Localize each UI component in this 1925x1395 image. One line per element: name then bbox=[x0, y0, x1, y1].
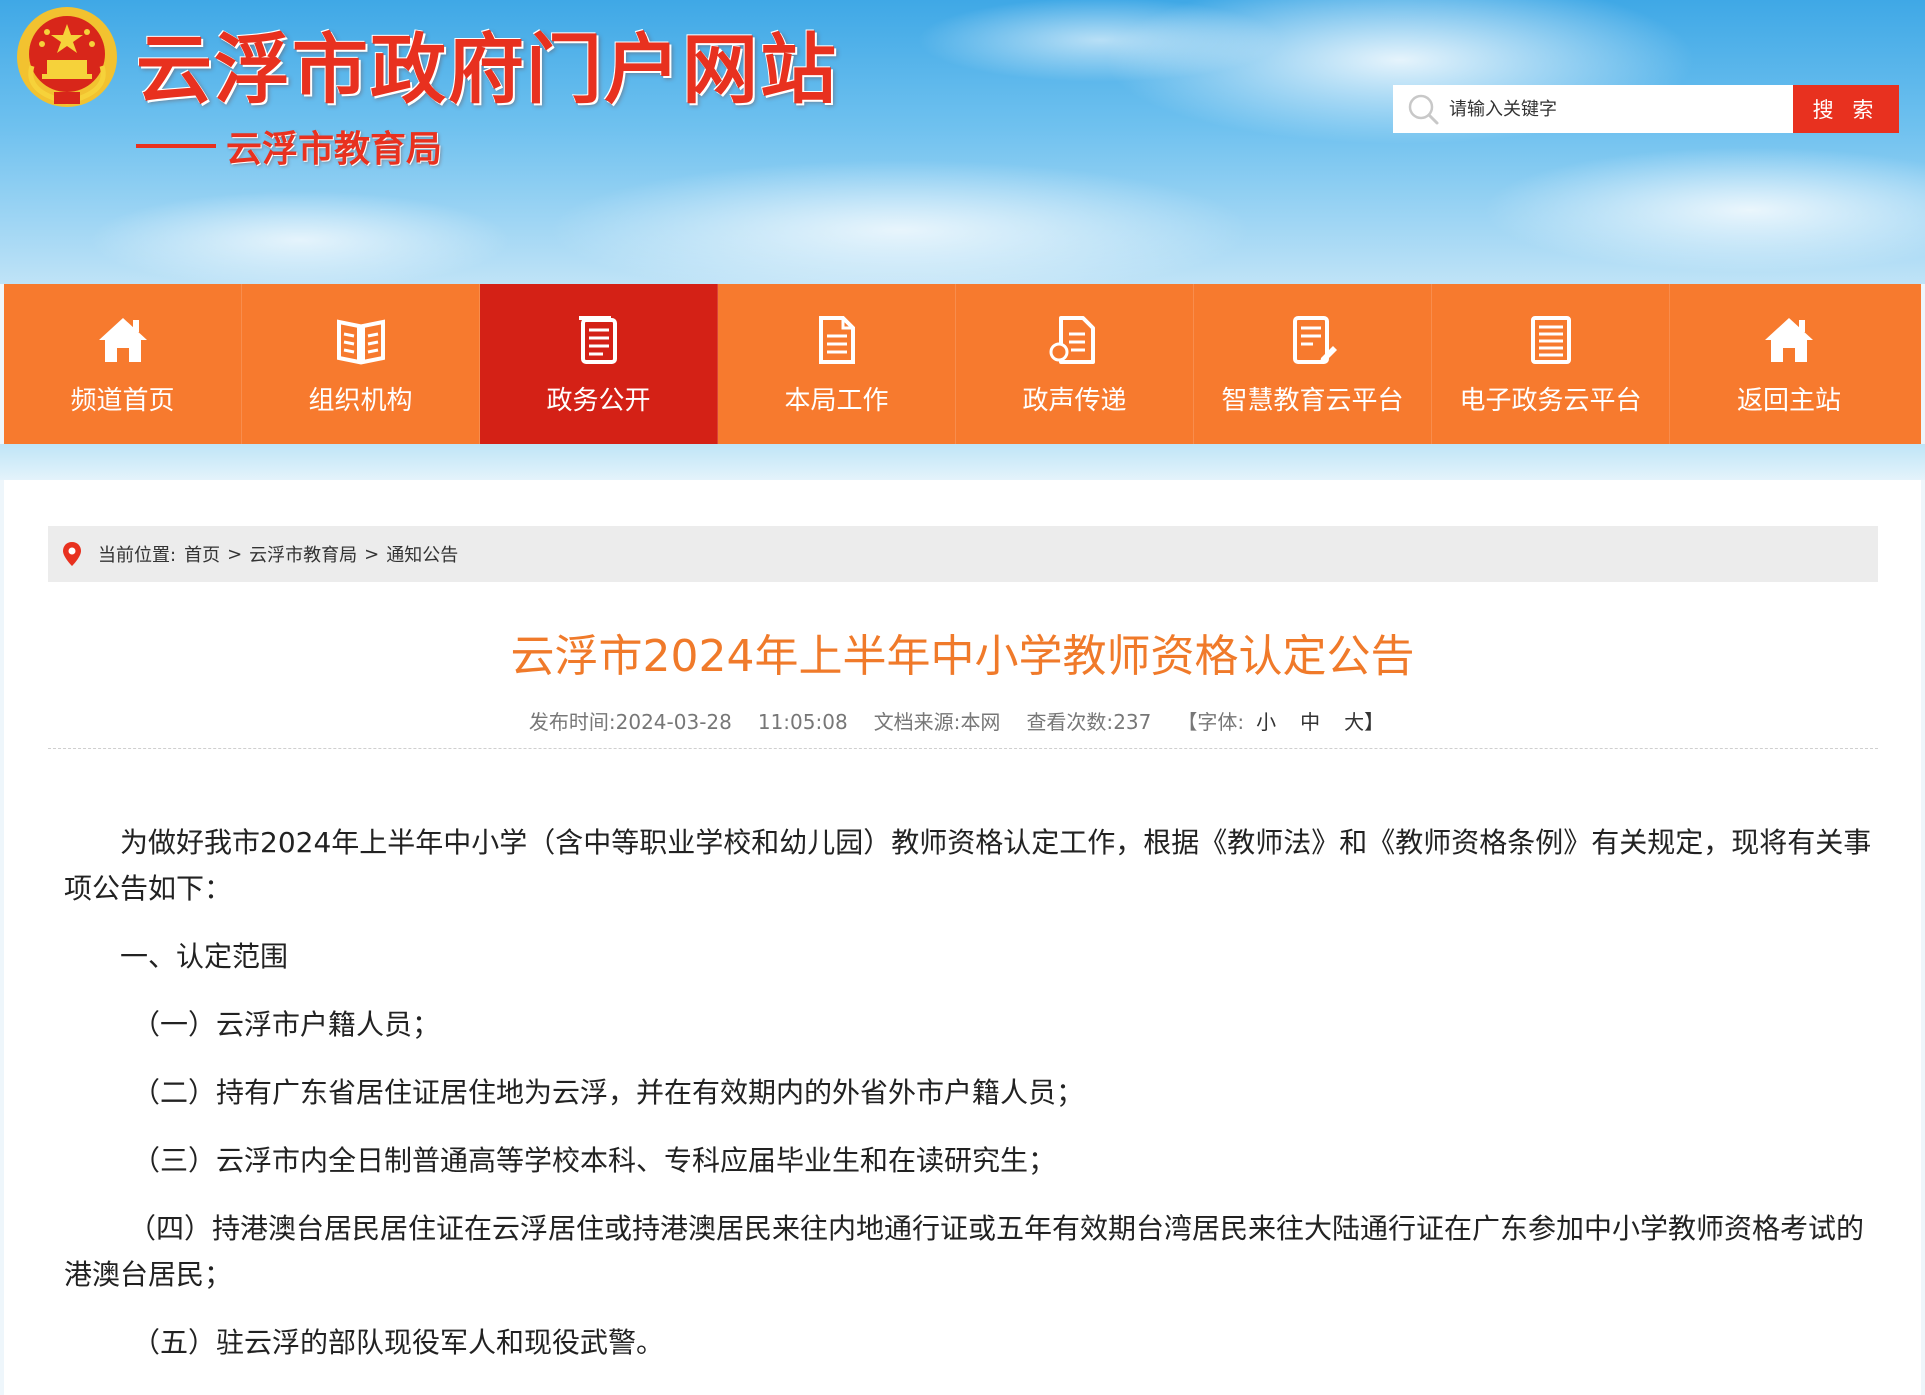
publish-label: 发布时间: bbox=[528, 710, 616, 734]
nav-label: 政务公开 bbox=[546, 385, 651, 416]
home-icon bbox=[1765, 317, 1813, 362]
breadcrumb-prefix: 当前位置: bbox=[98, 545, 177, 566]
breadcrumb-separator: > bbox=[227, 543, 243, 565]
nav-item-organization[interactable]: 组织机构 bbox=[242, 284, 480, 444]
publish-date: 2024-03-28 bbox=[615, 710, 732, 734]
search-box bbox=[1393, 85, 1793, 133]
font-large-button[interactable]: 大】 bbox=[1344, 706, 1384, 735]
list-item: （五）驻云浮的部队现役军人和现役武警。 bbox=[132, 1326, 665, 1359]
nav-item-government-affairs[interactable]: 政务公开 bbox=[480, 284, 718, 444]
national-emblem-icon bbox=[17, 7, 117, 107]
file-text-icon bbox=[1049, 315, 1095, 364]
nav-label: 返回主站 bbox=[1736, 385, 1841, 416]
site-header: 云浮市政府门户网站 云浮市教育局 搜 索 bbox=[0, 0, 1925, 284]
breadcrumb-separator: > bbox=[364, 543, 380, 565]
breadcrumb: 当前位置: 首页 > 云浮市教育局 > 通知公告 bbox=[48, 526, 1878, 582]
font-size-label: 【字体: bbox=[1177, 710, 1245, 734]
nav-item-smart-education-cloud[interactable]: 智慧教育云平台 bbox=[1194, 284, 1432, 444]
nav-label: 组织机构 bbox=[308, 385, 413, 416]
source-value: 本网 bbox=[960, 710, 1001, 734]
nav-label: 频道首页 bbox=[70, 385, 175, 416]
location-pin-icon bbox=[63, 542, 81, 566]
intro-paragraph: 为做好我市2024年上半年中小学（含中等职业学校和幼儿园）教师资格认定工作，根据… bbox=[64, 826, 1872, 905]
home-icon bbox=[98, 317, 147, 362]
list-item: （一）云浮市户籍人员； bbox=[132, 1008, 441, 1041]
font-medium-button[interactable]: 中 bbox=[1300, 706, 1320, 735]
article-body: 为做好我市2024年上半年中小学（含中等职业学校和幼儿园）教师资格认定工作，根据… bbox=[64, 820, 1872, 1366]
edit-document-icon bbox=[1292, 315, 1337, 364]
news-icon bbox=[1530, 315, 1571, 364]
main-nav: 频道首页 组织机构 政务公开 本局工作 政声传递 智慧教育云平台 电子政务云平台… bbox=[4, 284, 1921, 444]
views-count: 237 bbox=[1113, 710, 1152, 734]
site-title: 云浮市政府门户网站 bbox=[136, 25, 838, 114]
source-label: 文档来源: bbox=[873, 710, 961, 734]
department-title: 云浮市教育局 bbox=[226, 129, 443, 170]
search-input[interactable] bbox=[1449, 89, 1779, 129]
list-item: （三）云浮市内全日制普通高等学校本科、专科应届毕业生和在读研究生； bbox=[132, 1144, 1057, 1177]
nav-label: 本局工作 bbox=[784, 385, 889, 416]
breadcrumb-education-bureau[interactable]: 云浮市教育局 bbox=[249, 541, 357, 567]
nav-item-bureau-work[interactable]: 本局工作 bbox=[718, 284, 956, 444]
article-meta: 发布时间:2024-03-28 11:05:08 文档来源:本网 查看次数:237 【字… bbox=[4, 706, 1921, 735]
nav-shadow-band bbox=[0, 444, 1925, 480]
file-icon bbox=[818, 315, 855, 364]
nav-item-voice-delivery[interactable]: 政声传递 bbox=[956, 284, 1194, 444]
document-list-icon bbox=[578, 315, 617, 364]
nav-item-channel-home[interactable]: 频道首页 bbox=[4, 284, 242, 444]
section-heading: 一、认定范围 bbox=[120, 940, 289, 973]
font-small-button[interactable]: 小 bbox=[1256, 706, 1276, 735]
list-item: （二）持有广东省居住证居住地为云浮，并在有效期内的外省外市户籍人员； bbox=[132, 1076, 1085, 1109]
nav-label: 智慧教育云平台 bbox=[1221, 385, 1404, 416]
list-item: （四）持港澳台居民居住证在云浮居住或持港澳居民来往内地通行证或五年有效期台湾居民… bbox=[64, 1212, 1865, 1291]
nav-label: 政声传递 bbox=[1022, 385, 1127, 416]
title-divider bbox=[48, 748, 1878, 749]
main-content: 当前位置: 首页 > 云浮市教育局 > 通知公告 云浮市2024年上半年中小学教… bbox=[4, 480, 1921, 1395]
article-title: 云浮市2024年上半年中小学教师资格认定公告 bbox=[510, 631, 1415, 682]
nav-item-return-main-site[interactable]: 返回主站 bbox=[1670, 284, 1908, 444]
breadcrumb-notices[interactable]: 通知公告 bbox=[386, 541, 458, 567]
nav-item-e-government-cloud[interactable]: 电子政务云平台 bbox=[1432, 284, 1670, 444]
search-icon bbox=[1408, 94, 1439, 125]
views-label: 查看次数: bbox=[1026, 710, 1114, 734]
breadcrumb-home[interactable]: 首页 bbox=[184, 541, 220, 567]
nav-label: 电子政务云平台 bbox=[1459, 385, 1642, 416]
search-button[interactable]: 搜 索 bbox=[1793, 85, 1899, 133]
book-icon bbox=[336, 319, 385, 364]
sub-title-dash bbox=[136, 144, 216, 148]
publish-time: 11:05:08 bbox=[757, 710, 848, 734]
